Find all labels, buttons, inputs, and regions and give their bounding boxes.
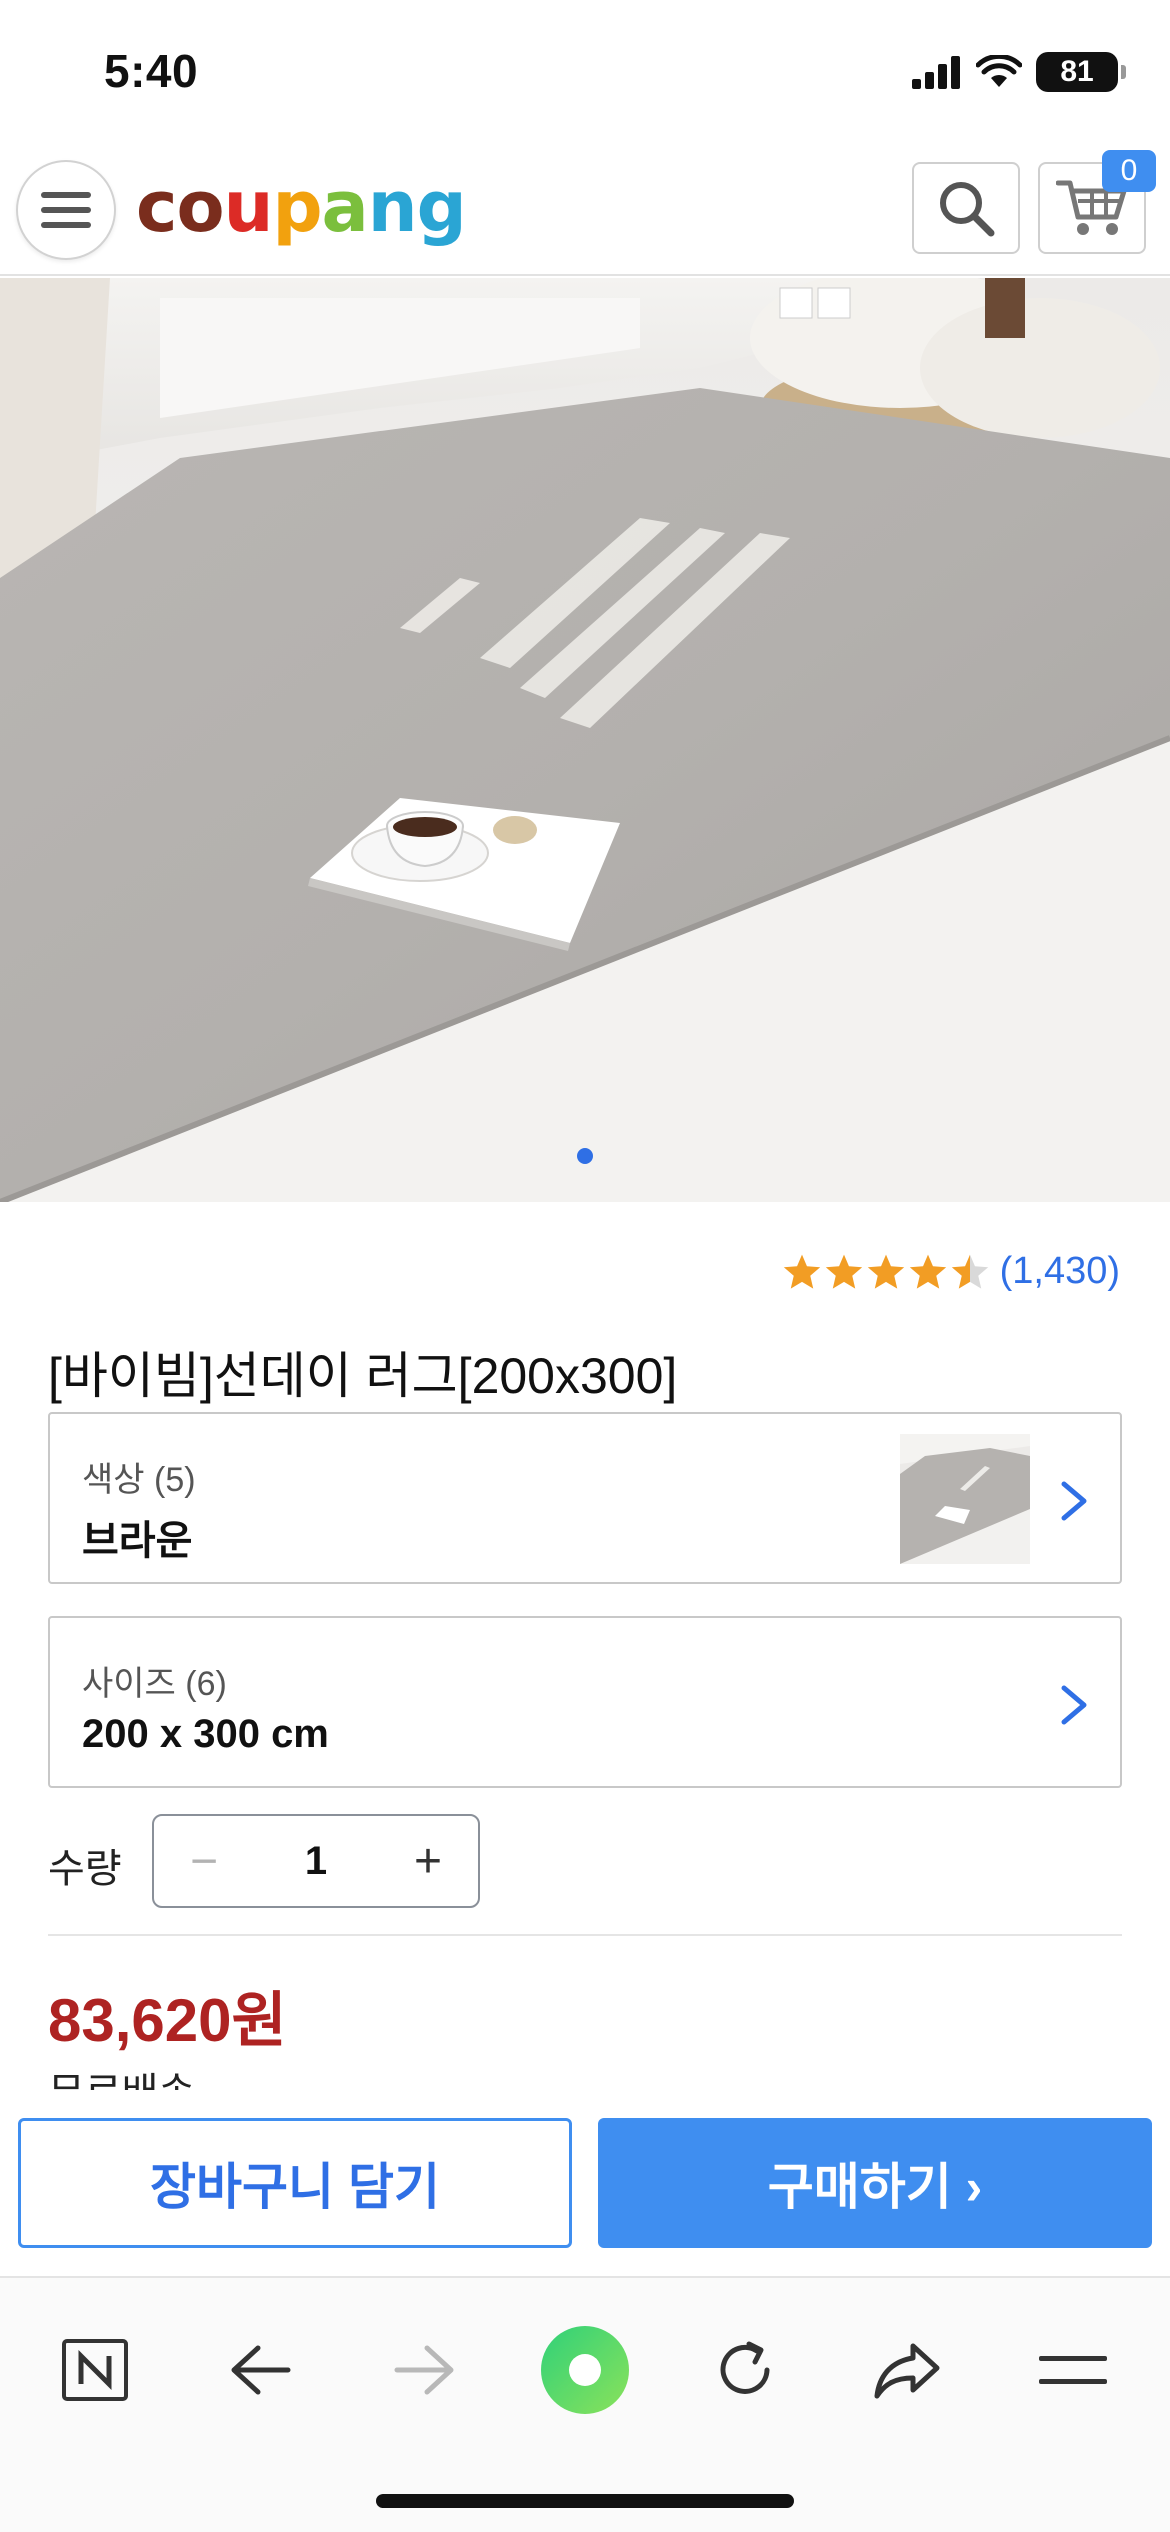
rating-stars: [782, 1253, 990, 1291]
star-icon: [825, 1254, 862, 1289]
star-icon: [783, 1254, 820, 1289]
coupang-logo[interactable]: coupang: [136, 166, 467, 248]
quantity-stepper: − 1 +: [152, 1814, 480, 1908]
menu-button[interactable]: [16, 160, 116, 260]
rug-photo: [0, 278, 1170, 1202]
color-option-value: 브라운: [82, 1519, 193, 1563]
status-time: 5:40: [104, 45, 199, 97]
cart-count-badge: 0: [1102, 150, 1156, 192]
half-star-icon: [951, 1254, 988, 1289]
wifi-icon: [976, 55, 1022, 87]
back-icon[interactable]: [210, 2320, 310, 2420]
refresh-icon[interactable]: [695, 2320, 795, 2420]
size-option-selector[interactable]: 사이즈 (6) 200 x 300 cm: [48, 1616, 1122, 1788]
purchase-action-bar: 장바구니 담기 구매하기 ›: [0, 2090, 1170, 2276]
search-icon: [940, 182, 995, 237]
chevron-right-icon: [1061, 1481, 1087, 1521]
signal-icon: [912, 56, 960, 89]
carousel-indicator-dot[interactable]: [577, 1148, 593, 1164]
search-button[interactable]: [912, 162, 1020, 254]
hamburger-icon: [41, 192, 91, 228]
product-rating[interactable]: (1,430): [782, 1250, 1120, 1293]
battery-icon: 81: [1036, 52, 1126, 92]
buy-now-button[interactable]: 구매하기 ›: [598, 2118, 1152, 2248]
chevron-right-icon: [1061, 1685, 1087, 1725]
color-option-label: 색상 (5): [82, 1461, 196, 1499]
forward-icon[interactable]: [375, 2320, 475, 2420]
divider: [48, 1934, 1122, 1936]
color-option-thumbnail: [900, 1434, 1030, 1564]
product-image[interactable]: [0, 278, 1170, 1202]
share-icon[interactable]: [858, 2320, 958, 2420]
quantity-value[interactable]: 1: [254, 1839, 378, 1884]
browser-toolbar: [0, 2276, 1170, 2532]
status-bar: 5:40 81: [0, 0, 1170, 140]
green-dot-icon[interactable]: [535, 2320, 635, 2420]
size-option-label: 사이즈 (6): [82, 1665, 227, 1703]
status-icons: 81: [912, 52, 1126, 92]
color-option-selector[interactable]: 색상 (5) 브라운: [48, 1412, 1122, 1584]
menu-icon[interactable]: [1023, 2320, 1123, 2420]
product-title: [바이빔]선데이 러그[200x300]: [48, 1348, 678, 1404]
quantity-decrease-button[interactable]: −: [154, 1816, 254, 1906]
home-indicator[interactable]: [376, 2494, 794, 2508]
star-icon: [909, 1254, 946, 1289]
size-option-value: 200 x 300 cm: [82, 1712, 329, 1756]
quantity-increase-button[interactable]: +: [378, 1816, 478, 1906]
product-price: 83,620원: [48, 1987, 287, 2054]
review-count-link[interactable]: (1,430): [1000, 1250, 1120, 1293]
add-to-cart-button[interactable]: 장바구니 담기: [18, 2118, 572, 2248]
quantity-label: 수량: [48, 1847, 122, 1891]
naver-n-icon[interactable]: [45, 2320, 145, 2420]
star-icon: [867, 1254, 904, 1289]
site-header: coupang: [0, 140, 1170, 276]
